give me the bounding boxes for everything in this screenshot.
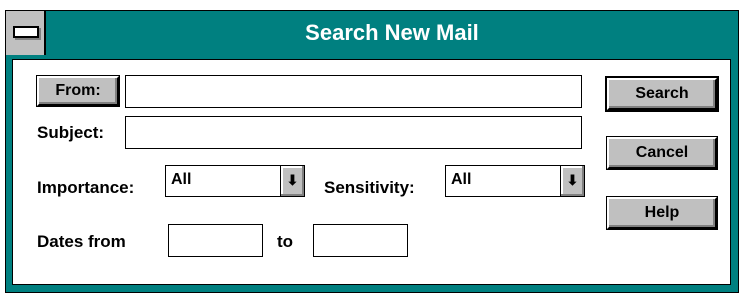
system-menu-icon [13, 26, 39, 38]
system-menu-button[interactable] [6, 11, 46, 55]
help-button-label: Help [644, 204, 680, 221]
dropdown-arrow-icon[interactable]: ⬇ [280, 166, 304, 196]
cancel-button[interactable]: Cancel [606, 136, 718, 170]
from-button[interactable]: From: [36, 75, 120, 107]
dates-to-input[interactable] [313, 224, 408, 257]
dates-from-label: Dates from [37, 232, 126, 251]
search-button-label: Search [635, 85, 689, 102]
dates-to-label: to [277, 232, 294, 251]
subject-label: Subject: [37, 123, 105, 142]
sensitivity-select[interactable]: All ⬇ [445, 165, 585, 197]
window-title: Search New Mail [305, 20, 479, 45]
dialog-body: From: Subject: Importance: All ⬇ Sensiti… [12, 59, 731, 285]
dates-from-input[interactable] [168, 224, 263, 257]
importance-value: All [171, 171, 192, 188]
dropdown-arrow-icon[interactable]: ⬇ [560, 166, 584, 196]
search-button[interactable]: Search [605, 76, 719, 112]
sensitivity-label: Sensitivity: [324, 178, 415, 197]
dialog-window: Search New Mail From: Subject: Importanc… [5, 10, 739, 293]
from-input[interactable] [125, 75, 582, 108]
from-button-label: From: [55, 82, 101, 99]
importance-select[interactable]: All ⬇ [165, 165, 305, 197]
title-bar: Search New Mail [6, 11, 738, 55]
subject-input[interactable] [125, 116, 582, 149]
sensitivity-value: All [451, 171, 472, 188]
help-button[interactable]: Help [606, 196, 718, 230]
importance-label: Importance: [37, 178, 135, 197]
cancel-button-label: Cancel [635, 144, 689, 161]
